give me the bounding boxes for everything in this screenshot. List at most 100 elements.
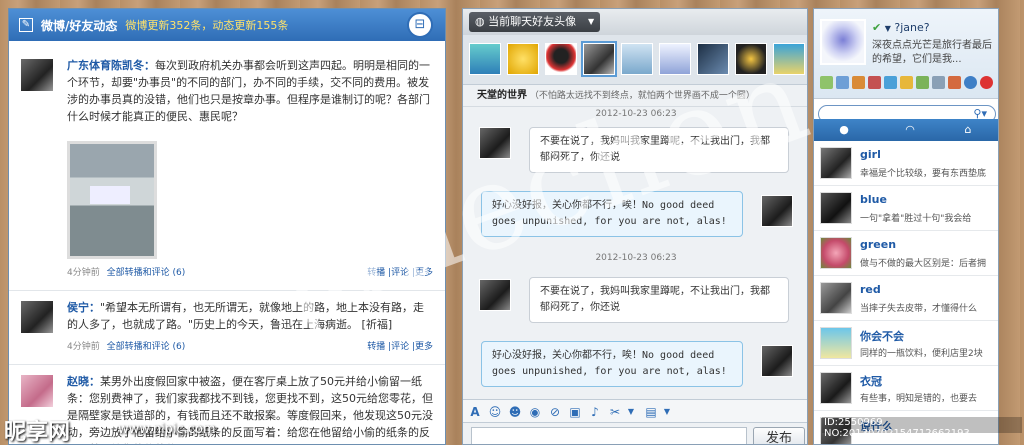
- post-actions[interactable]: 转播 |评论 |更多: [367, 339, 433, 352]
- font-icon[interactable]: A: [467, 404, 483, 420]
- friend-avatar[interactable]: [469, 43, 501, 75]
- avatar[interactable]: [21, 59, 53, 91]
- contacts-tab-icon[interactable]: ●: [836, 123, 852, 137]
- vibrate-icon[interactable]: ⊘: [547, 404, 563, 420]
- friend-avatar[interactable]: [697, 43, 729, 75]
- friend-tabs: ● ◠ ⌂: [814, 119, 998, 141]
- friend-list-panel: ✔ ▼ ?jane? 深夜点点光芒是旅行者最后的希望，它们是我... ⚲▾ ● …: [813, 8, 999, 445]
- feed-item: 赵晓：某男外出度假回家中被盗，便在客厅桌上放了50元并给小偷留一纸条：您别费神了…: [9, 365, 445, 444]
- friend-item[interactable]: blue 一句"拿着"胜过十句"我会给: [814, 186, 998, 231]
- my-avatar[interactable]: [761, 195, 793, 227]
- friend-name: red: [860, 283, 881, 296]
- avatar: [820, 192, 852, 224]
- feed-item: 侯宁："希望本无所谓有，也无所谓无，就像地上的路，地上本没有路，走的人多了，也就…: [9, 291, 445, 365]
- chevron-down-icon[interactable]: ▼: [623, 404, 639, 420]
- avatar[interactable]: [21, 375, 53, 407]
- music-icon[interactable]: ♪: [587, 404, 603, 420]
- site-url: www.nipic.com: [118, 422, 216, 437]
- chat-panel: ◍ 当前聊天好友头像 ▼ 天堂的世界 （不怕路太远找不到终点，就怕两个世界画不成…: [462, 8, 808, 445]
- chat-input[interactable]: [471, 427, 747, 444]
- friend-name: blue: [860, 193, 887, 206]
- friend-avatar[interactable]: [507, 43, 539, 75]
- edit-icon[interactable]: ✎: [19, 18, 33, 32]
- image-serial: ID:2550969 NO:20130702154712662193: [822, 417, 1022, 439]
- friend-avatar[interactable]: [545, 43, 577, 75]
- inbox-icon[interactable]: ⊟: [407, 12, 433, 38]
- profile-name[interactable]: ?jane?: [894, 21, 929, 34]
- pet-icon[interactable]: [916, 76, 929, 89]
- chevron-down-icon[interactable]: ▼: [885, 24, 891, 33]
- friend-avatar[interactable]: [621, 43, 653, 75]
- home-tab-icon[interactable]: ⌂: [960, 123, 976, 137]
- all-reposts-link[interactable]: 全部转播和评论 (6): [107, 268, 186, 278]
- close-icon[interactable]: [980, 76, 993, 89]
- send-button[interactable]: 发布: [753, 427, 805, 444]
- groups-tab-icon[interactable]: ◠: [902, 123, 918, 137]
- friend-avatar[interactable]: [479, 127, 511, 159]
- mail-icon[interactable]: [836, 76, 849, 89]
- avatar: [820, 282, 852, 314]
- friend-avatar[interactable]: [479, 279, 511, 311]
- qzone-icon[interactable]: [820, 76, 833, 89]
- friend-name: 你会不会: [860, 330, 904, 343]
- news-icon[interactable]: [868, 76, 881, 89]
- friend-name: 衣冠: [860, 375, 882, 388]
- friend-item[interactable]: 你会不会 同样的一瓶饮料，便利店里2块: [814, 321, 998, 366]
- friend-status: 幸福是个比较级，要有东西垫底: [860, 169, 987, 179]
- feed-stats: 微博更新352条，动态更新155条: [125, 19, 289, 32]
- chevron-down-icon[interactable]: ▼: [588, 12, 594, 32]
- chat-header: ◍ 当前聊天好友头像 ▼: [463, 9, 807, 35]
- profile-signature[interactable]: 深夜点点光芒是旅行者最后的希望，它们是我...: [872, 39, 996, 67]
- weibo-icon[interactable]: [884, 76, 897, 89]
- friend-avatar[interactable]: [581, 41, 617, 77]
- friend-item[interactable]: 衣冠 有些事，明知是错的，也要去: [814, 366, 998, 411]
- post-actions[interactable]: 转播 |评论 |更多: [367, 265, 433, 278]
- avatar[interactable]: [820, 19, 866, 65]
- game-icon[interactable]: [900, 76, 913, 89]
- shop-icon[interactable]: [948, 76, 961, 89]
- app-icon-bar: [818, 75, 998, 93]
- chat-signature-bar: 天堂的世界 （不怕路太远找不到终点，就怕两个世界画不成一个圆）: [463, 85, 807, 107]
- friend-name: girl: [860, 148, 881, 161]
- friend-item[interactable]: girl 幸福是个比较级，要有东西垫底: [814, 141, 998, 186]
- chat-icon[interactable]: [964, 76, 977, 89]
- avatar: [820, 327, 852, 359]
- incoming-message: 不要在说了，我妈叫我家里蹲呢，不让我出门，我都郁闷死了，你还说: [529, 127, 789, 173]
- sticker-icon[interactable]: ☻: [507, 404, 523, 420]
- all-reposts-link[interactable]: 全部转播和评论 (6): [107, 342, 186, 352]
- chat-bubble-icon: ◍: [475, 15, 489, 28]
- feed-panel: ✎ 微博/好友动态 微博更新352条，动态更新155条 ⊟ 广东体育陈凯冬：每次…: [8, 8, 446, 445]
- chat-friend-title: 天堂的世界: [477, 90, 527, 101]
- emoji-icon[interactable]: ☺: [487, 404, 503, 420]
- music-icon[interactable]: [932, 76, 945, 89]
- profile-name-row: ✔ ▼ ?jane?: [872, 21, 930, 34]
- post-text: "希望本无所谓有，也无所谓无，就像地上的路，地上本没有路，走的人多了，也就成了路…: [67, 301, 425, 331]
- friend-status: 当摔子失去皮带，才懂得什么: [860, 304, 978, 314]
- avatar: [820, 372, 852, 404]
- image-icon[interactable]: ▣: [567, 404, 583, 420]
- current-friends-tab[interactable]: ◍ 当前聊天好友头像 ▼: [469, 12, 601, 32]
- online-status-icon[interactable]: ✔: [872, 21, 881, 34]
- friend-status: 一句"拿着"胜过十句"我会给: [860, 214, 972, 224]
- my-avatar[interactable]: [761, 345, 793, 377]
- friend-item[interactable]: green 做与不做的最大区别是：后者拥: [814, 231, 998, 276]
- chat-toolbar: A ☺ ☻ ◉ ⊘ ▣ ♪ ✂ ▼ ▤ ▼: [463, 399, 807, 423]
- post-time: 4分钟前: [67, 342, 100, 352]
- post-author[interactable]: 侯宁：: [67, 301, 100, 314]
- friend-item[interactable]: red 当摔子失去皮带，才懂得什么: [814, 276, 998, 321]
- post-author[interactable]: 广东体育陈凯冬：: [67, 59, 155, 72]
- message-time: 2012-10-23 06:23: [595, 253, 677, 263]
- friend-status: 有些事，明知是错的，也要去: [860, 394, 978, 404]
- scissors-icon[interactable]: ✂: [607, 404, 623, 420]
- friend-avatar[interactable]: [659, 43, 691, 75]
- avatar[interactable]: [21, 301, 53, 333]
- post-photo[interactable]: [67, 141, 157, 259]
- history-icon[interactable]: ▤: [643, 404, 659, 420]
- wallet-icon[interactable]: [852, 76, 865, 89]
- friend-avatar[interactable]: [773, 43, 805, 75]
- chevron-down-icon[interactable]: ▼: [659, 404, 675, 420]
- gif-icon[interactable]: ◉: [527, 404, 543, 420]
- post-author[interactable]: 赵晓：: [67, 375, 100, 388]
- friend-avatar[interactable]: [735, 43, 767, 75]
- avatar: [820, 147, 852, 179]
